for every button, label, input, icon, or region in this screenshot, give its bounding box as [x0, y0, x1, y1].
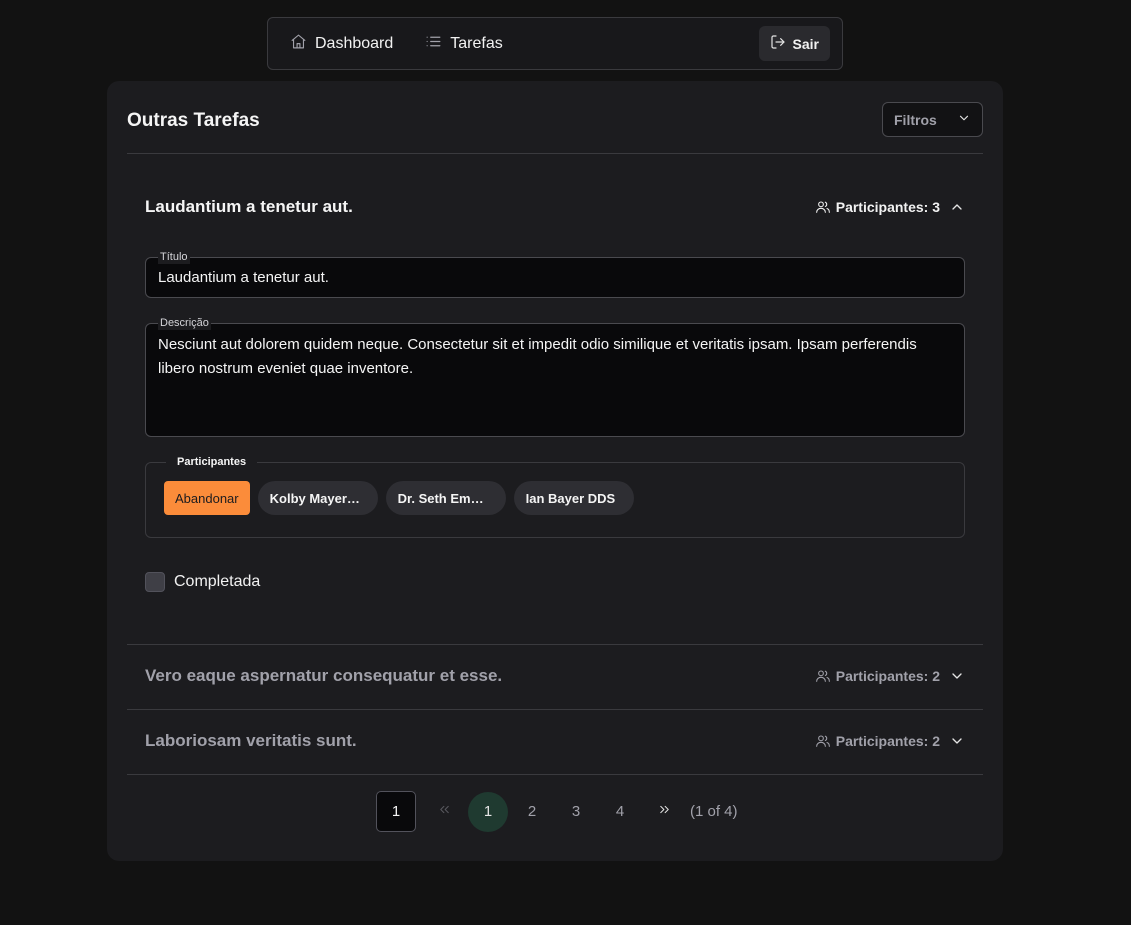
task-title: Laboriosam veritatis sunt.	[145, 731, 357, 750]
chevrons-left-icon	[437, 802, 452, 821]
page-button-4[interactable]: 4	[600, 792, 640, 832]
page-report: (1 of 4)	[690, 803, 738, 820]
title-field-value: Laudantium a tenetur aut.	[158, 269, 329, 286]
logout-icon	[770, 34, 786, 53]
completed-label: Completada	[174, 573, 261, 590]
page-button-3[interactable]: 3	[556, 792, 596, 832]
logout-label: Sair	[792, 35, 819, 52]
leave-task-button[interactable]: Abandonar	[164, 481, 250, 515]
pagination: 1 1 2 3 4 (1 of 4)	[376, 791, 738, 832]
participant-chip[interactable]: Kolby Mayer…	[257, 481, 378, 515]
title-field[interactable]: Título Laudantium a tenetur aut.	[145, 250, 965, 298]
chevron-down-icon	[957, 111, 971, 128]
top-navbar: Dashboard Tarefas Sair	[267, 17, 843, 70]
completed-checkbox-row: Completada	[145, 572, 260, 592]
task-title: Vero eaque aspernatur consequatur et ess…	[145, 666, 503, 685]
chevron-down-icon[interactable]	[945, 668, 965, 684]
participants-count: Participantes: 3	[815, 199, 965, 215]
participant-chip[interactable]: Ian Bayer DDS	[513, 481, 634, 515]
chevron-down-icon[interactable]	[945, 733, 965, 749]
participants-count-label: Participantes: 2	[835, 668, 940, 684]
participants-fieldset: Participantes Abandonar Kolby Mayer… Dr.…	[145, 455, 965, 538]
task-header-collapsed[interactable]: Vero eaque aspernatur consequatur et ess…	[145, 666, 965, 686]
participant-chips: Abandonar Kolby Mayer… Dr. Seth Em… Ian …	[164, 481, 634, 515]
completed-checkbox[interactable]	[145, 572, 165, 592]
participants-count: Participantes: 2	[815, 668, 965, 684]
nav-link-tarefas[interactable]: Tarefas	[425, 33, 503, 55]
users-icon	[815, 668, 831, 684]
participants-legend: Participantes	[166, 455, 258, 469]
page-jump-input[interactable]: 1	[376, 791, 416, 832]
card-header: Outras Tarefas Filtros	[127, 101, 983, 154]
task-divider	[127, 774, 983, 775]
filter-dropdown[interactable]: Filtros	[882, 102, 983, 137]
description-field[interactable]: Descrição Nesciunt aut dolorem quidem ne…	[145, 316, 965, 437]
next-page-button[interactable]	[644, 792, 684, 832]
nav-link-dashboard[interactable]: Dashboard	[290, 33, 393, 55]
task-divider	[127, 709, 983, 710]
page-button-1[interactable]: 1	[468, 791, 508, 832]
chevron-up-icon[interactable]	[945, 199, 965, 215]
description-field-label: Descrição	[158, 316, 211, 330]
prev-page-button[interactable]	[424, 792, 464, 832]
task-header-collapsed[interactable]: Laboriosam veritatis sunt. Participantes…	[145, 731, 965, 751]
description-field-value: Nesciunt aut dolorem quidem neque. Conse…	[158, 336, 917, 377]
home-icon	[290, 33, 307, 55]
logout-button[interactable]: Sair	[758, 26, 830, 61]
users-icon	[815, 199, 831, 215]
tasks-card: Outras Tarefas Filtros Laudantium a tene…	[107, 81, 1003, 861]
task-title: Laudantium a tenetur aut.	[145, 197, 353, 216]
page-button-2[interactable]: 2	[512, 792, 552, 832]
nav-link-label: Tarefas	[450, 34, 503, 52]
title-field-label: Título	[158, 250, 190, 264]
users-icon	[815, 733, 831, 749]
card-title: Outras Tarefas	[127, 110, 260, 131]
participant-chip[interactable]: Dr. Seth Em…	[385, 481, 506, 515]
filter-label: Filtros	[894, 111, 937, 128]
participants-count: Participantes: 2	[815, 733, 965, 749]
task-header-expanded[interactable]: Laudantium a tenetur aut. Participantes:…	[145, 197, 965, 217]
chevrons-right-icon	[657, 802, 672, 821]
participants-count-label: Participantes: 2	[835, 733, 940, 749]
nav-link-label: Dashboard	[315, 34, 394, 52]
list-icon	[425, 33, 442, 55]
participants-count-label: Participantes: 3	[835, 199, 940, 215]
task-divider	[127, 644, 983, 645]
